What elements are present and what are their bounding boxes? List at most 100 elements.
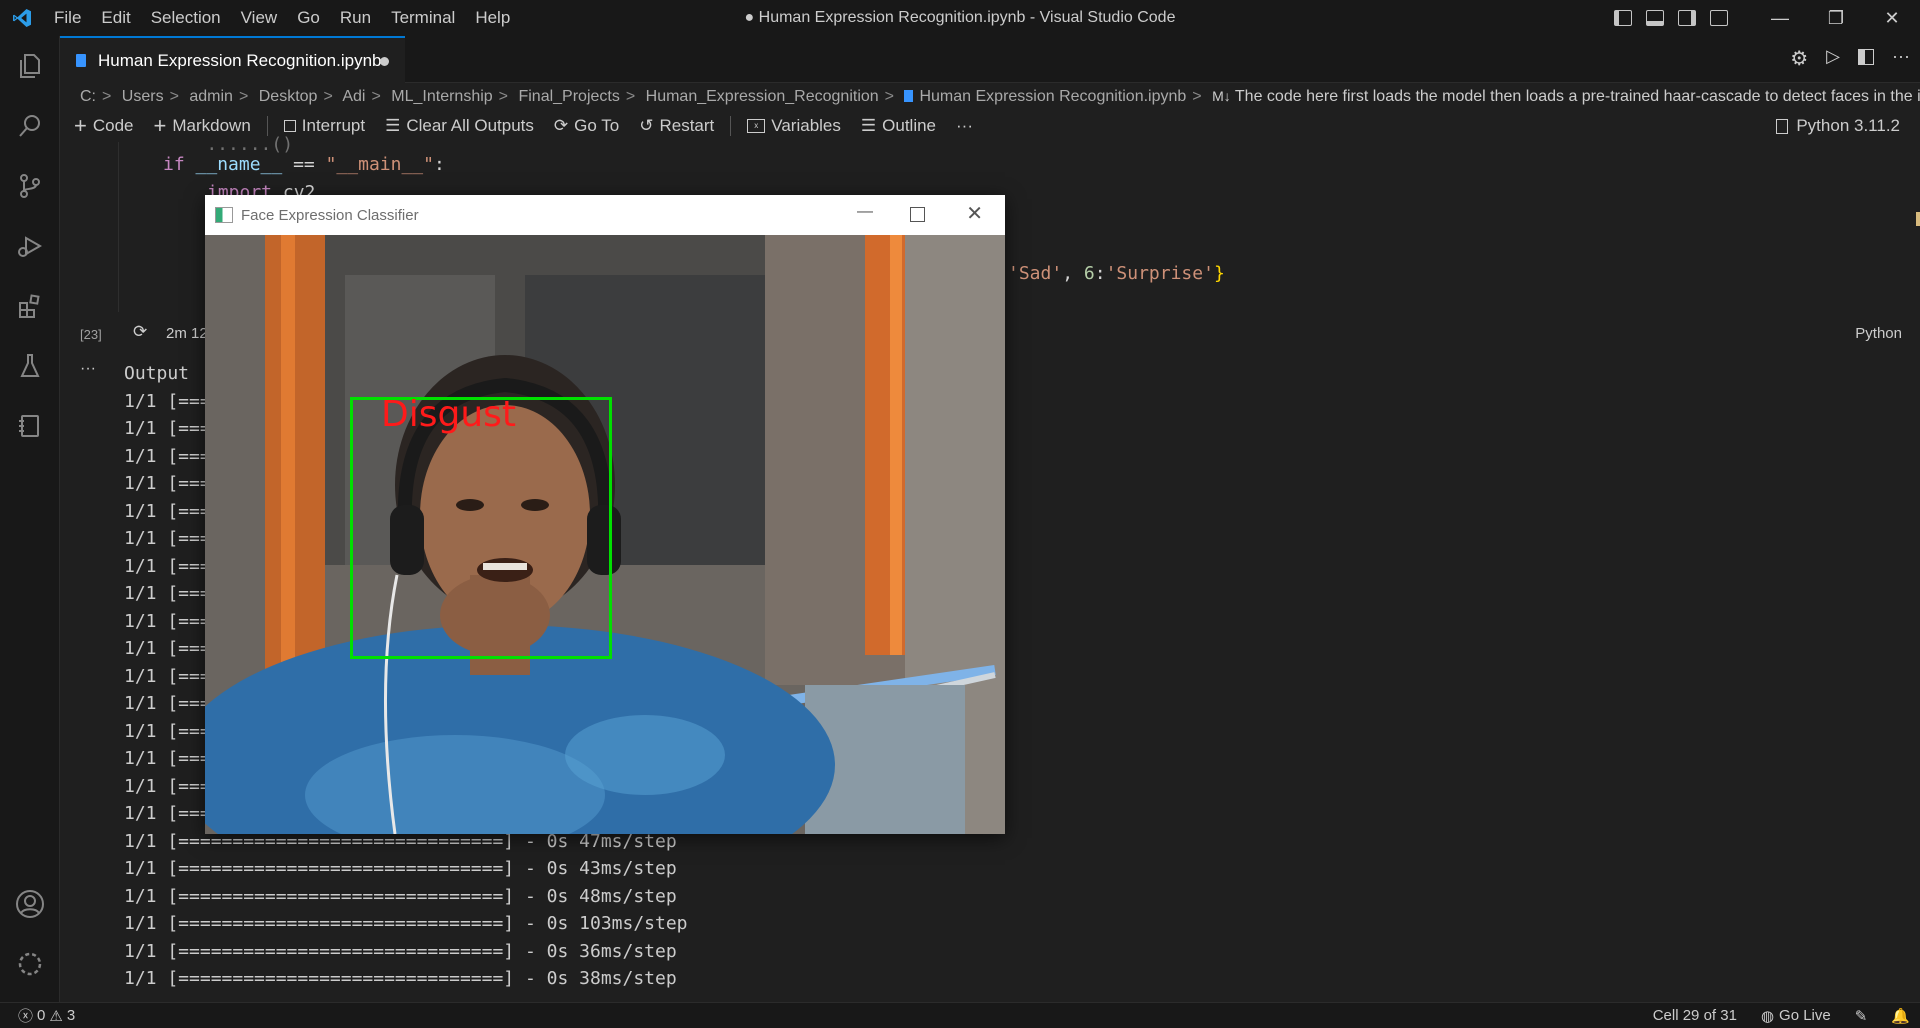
- menu-go[interactable]: Go: [287, 0, 330, 36]
- variables-button[interactable]: x Variables: [737, 110, 851, 142]
- prediction-label: Disgust: [381, 394, 517, 435]
- scrollbar-marker[interactable]: [1916, 212, 1920, 226]
- maximize-icon[interactable]: [910, 207, 925, 222]
- problems-indicator[interactable]: ⓧ 0 ⚠ 3: [0, 1005, 75, 1026]
- broadcast-icon: ◍: [1760, 1007, 1775, 1025]
- output-line: 1/1 [==============================] - 0…: [124, 858, 677, 879]
- toolbar-divider: [730, 116, 732, 136]
- close-icon[interactable]: ✕: [966, 201, 983, 226]
- markdown-cell-icon: M↓: [1212, 88, 1231, 104]
- clear-all-outputs-button[interactable]: ☰ Clear All Outputs: [375, 110, 544, 142]
- plus-icon: +: [74, 113, 87, 138]
- tab-label: Human Expression Recognition.ipynb: [98, 50, 382, 70]
- error-icon: ⓧ: [18, 1008, 34, 1025]
- kernel-label: Python 3.11.2: [1796, 116, 1900, 135]
- variables-icon: x: [747, 119, 766, 133]
- execution-duration: 2m 12: [166, 325, 208, 342]
- menu-help[interactable]: Help: [465, 0, 520, 36]
- output-line: 1/1 [==============================] - 0…: [124, 968, 677, 989]
- go-to-icon: ⟳: [553, 116, 569, 135]
- breadcrumb-item[interactable]: Desktop: [259, 88, 318, 105]
- gear-icon[interactable]: ⚙: [1790, 46, 1808, 71]
- testing-icon[interactable]: [0, 336, 60, 396]
- toggle-secondary-sidebar-icon[interactable]: [1678, 10, 1696, 26]
- activity-bar: [0, 36, 60, 1002]
- menu-edit[interactable]: Edit: [91, 0, 140, 36]
- outline-button[interactable]: ☰ Outline: [851, 110, 946, 142]
- account-icon[interactable]: [0, 874, 60, 934]
- explorer-icon[interactable]: [0, 36, 60, 96]
- notebook-toolbar: + Code + Markdown Interrupt ☰ Clear All Out…: [60, 110, 1920, 142]
- feedback-icon[interactable]: ✎: [1855, 1007, 1868, 1025]
- output-more-icon[interactable]: ···: [80, 360, 96, 378]
- notifications-bell-icon[interactable]: 🔔: [1891, 1007, 1910, 1025]
- menu-run[interactable]: Run: [330, 0, 381, 36]
- error-count: 0: [37, 1007, 46, 1024]
- webcam-frame: Disgust: [205, 235, 1005, 834]
- search-icon[interactable]: [0, 96, 60, 156]
- menu-file[interactable]: File: [44, 0, 91, 36]
- breadcrumb-item[interactable]: Final_Projects: [518, 88, 619, 105]
- cell-position[interactable]: Cell 29 of 31: [1653, 1007, 1737, 1024]
- add-code-cell-button[interactable]: + Code: [60, 110, 144, 142]
- code-line[interactable]: if __name__ == "__main__":: [163, 154, 445, 175]
- cell-sync-icon: ⟳: [133, 322, 148, 341]
- go-live-button[interactable]: ◍ Go Live: [1761, 1007, 1831, 1025]
- run-all-icon[interactable]: ▷: [1826, 46, 1840, 71]
- menu-view[interactable]: View: [231, 0, 288, 36]
- go-to-button[interactable]: ⟳ Go To: [544, 110, 629, 142]
- minimize-icon[interactable]: —: [857, 203, 873, 221]
- minimize-icon[interactable]: —: [1752, 0, 1808, 36]
- clear-all-icon: ☰: [385, 116, 401, 135]
- customize-layout-icon[interactable]: [1710, 10, 1728, 26]
- restart-button[interactable]: ↺ Restart: [629, 110, 724, 142]
- menu-selection[interactable]: Selection: [141, 0, 231, 36]
- breadcrumb-item[interactable]: Human_Expression_Recognition: [646, 88, 879, 105]
- breadcrumb-item[interactable]: admin: [189, 88, 233, 105]
- more-actions-icon[interactable]: ···: [1892, 46, 1910, 71]
- code-line[interactable]: ......(): [163, 134, 293, 155]
- tab-bar: Human Expression Recognition.ipynb ⚙ ▷ ·…: [60, 36, 1920, 83]
- close-icon[interactable]: ✕: [1864, 0, 1920, 36]
- toggle-primary-sidebar-icon[interactable]: [1614, 10, 1632, 26]
- output-line: 1/1 [==============================] - 0…: [124, 940, 677, 962]
- breadcrumb-item[interactable]: C:: [80, 88, 96, 105]
- restore-icon[interactable]: ❐: [1808, 0, 1864, 36]
- execution-count: [23]: [80, 327, 102, 342]
- source-control-icon[interactable]: [0, 156, 60, 216]
- title-bar: File Edit Selection View Go Run Terminal…: [0, 0, 1920, 36]
- breadcrumb-item[interactable]: Users: [122, 88, 164, 105]
- notebook-file-icon: [76, 54, 86, 67]
- breadcrumb: C: > Users > admin > Desktop > Adi > ML_Inter…: [80, 83, 1920, 109]
- notebook-file-icon: [904, 90, 914, 102]
- code-line[interactable]: 'Sad', 6:'Surprise'}: [1008, 263, 1225, 284]
- jupyter-icon[interactable]: [0, 396, 60, 456]
- app-icon: [215, 207, 233, 223]
- breadcrumb-item[interactable]: ML_Internship: [391, 88, 492, 105]
- face-bounding-box: [350, 397, 612, 659]
- breadcrumb-current-cell[interactable]: The code here first loads the model then…: [1235, 88, 1920, 105]
- breadcrumb-item[interactable]: Adi: [342, 88, 365, 105]
- restart-icon: ↺: [639, 116, 654, 135]
- cell-language[interactable]: Python: [1855, 325, 1902, 342]
- classifier-window-title: Face Expression Classifier: [241, 206, 419, 224]
- extensions-icon[interactable]: [0, 276, 60, 336]
- classifier-title-bar[interactable]: Face Expression Classifier — ✕: [205, 195, 1005, 235]
- kernel-icon: [1776, 118, 1789, 134]
- kernel-picker[interactable]: Python 3.11.2: [1776, 110, 1900, 142]
- outline-icon: ☰: [860, 116, 877, 135]
- split-editor-icon[interactable]: [1858, 49, 1875, 65]
- menu-terminal[interactable]: Terminal: [381, 0, 465, 36]
- more-toolbar-actions-button[interactable]: ···: [946, 110, 983, 142]
- unsaved-dot-icon[interactable]: [380, 57, 389, 66]
- status-bar: ⓧ 0 ⚠ 3 Cell 29 of 31 ◍ Go Live ✎ 🔔: [0, 1002, 1920, 1028]
- output-line: 1/1 [==============================] - 0…: [124, 913, 688, 934]
- run-debug-icon[interactable]: [0, 216, 60, 276]
- face-expression-classifier-window[interactable]: Face Expression Classifier — ✕ Disgust: [205, 195, 1005, 834]
- tab-notebook[interactable]: Human Expression Recognition.ipynb: [60, 36, 405, 83]
- breadcrumb-item[interactable]: Human Expression Recognition.ipynb: [919, 88, 1186, 105]
- toggle-panel-icon[interactable]: [1646, 10, 1664, 26]
- vscode-logo-icon: [0, 0, 44, 36]
- settings-gear-icon[interactable]: [0, 934, 60, 994]
- stop-icon: [283, 120, 296, 132]
